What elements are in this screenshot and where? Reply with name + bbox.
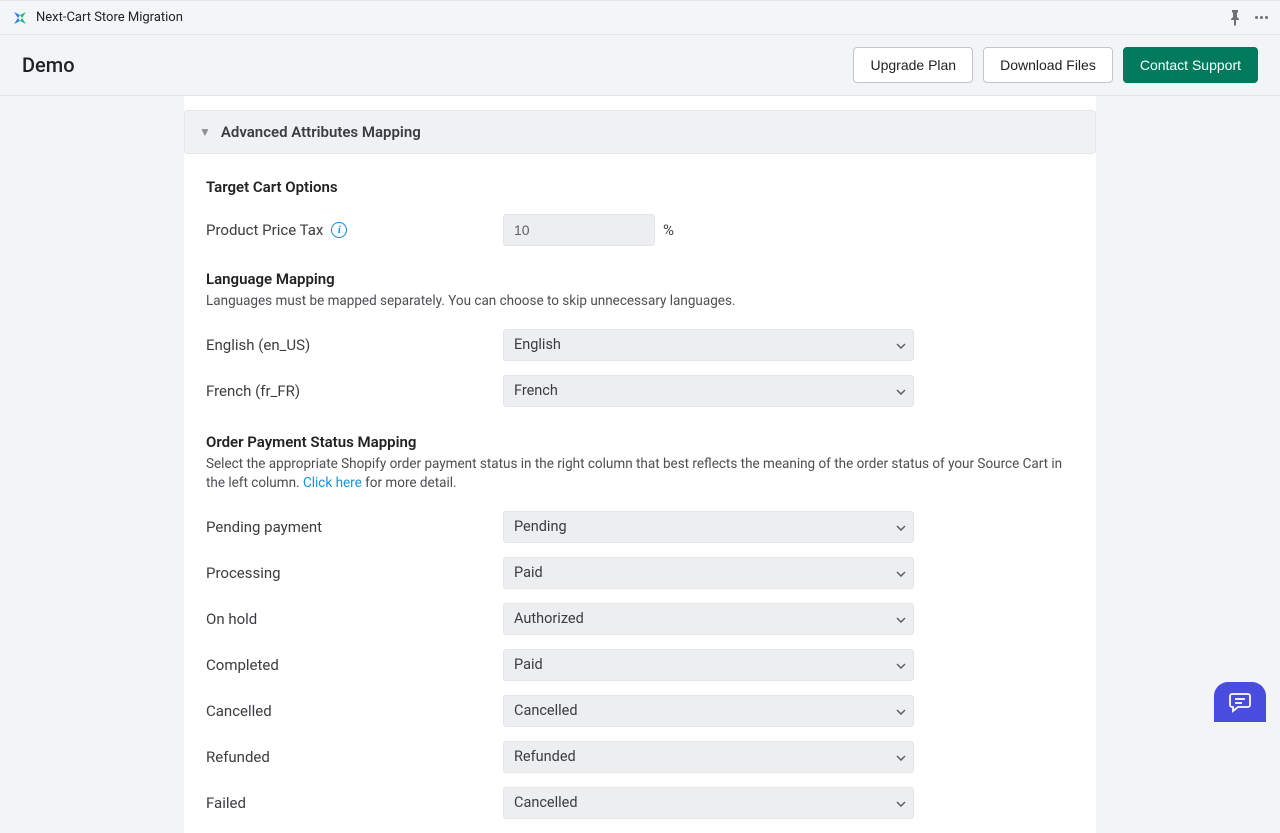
topbar: Next-Cart Store Migration (0, 0, 1280, 35)
status-row: Pending paymentPending (206, 511, 1074, 543)
language-select-french[interactable]: French (503, 375, 914, 407)
product-price-tax-input[interactable] (503, 214, 655, 246)
click-here-link[interactable]: Click here (303, 475, 362, 491)
upgrade-plan-button[interactable]: Upgrade Plan (853, 47, 973, 83)
download-files-button[interactable]: Download Files (983, 47, 1113, 83)
section-title: Target Cart Options (206, 178, 1074, 196)
status-label: Pending payment (206, 518, 503, 536)
status-row: RefundedRefunded (206, 741, 1074, 773)
header-actions: Upgrade Plan Download Files Contact Supp… (853, 47, 1258, 83)
product-price-tax-row: Product Price Tax i % (206, 214, 1074, 246)
main-panel: ▼ Advanced Attributes Mapping Target Car… (184, 96, 1096, 833)
status-label: On hold (206, 610, 503, 628)
language-label: English (en_US) (206, 336, 503, 354)
language-row-french: French (fr_FR) French (206, 375, 1074, 407)
language-row-english: English (en_US) English (206, 329, 1074, 361)
topbar-left: Next-Cart Store Migration (12, 10, 183, 26)
info-icon[interactable]: i (331, 222, 347, 238)
order-status-desc: Select the appropriate Shopify order pay… (206, 455, 1074, 493)
page-header: Demo Upgrade Plan Download Files Contact… (0, 35, 1280, 96)
more-icon[interactable] (1255, 16, 1268, 19)
chevron-down-icon: ▼ (199, 125, 211, 139)
language-label: French (fr_FR) (206, 382, 503, 400)
contact-support-button[interactable]: Contact Support (1123, 47, 1258, 83)
percent-label: % (663, 221, 674, 239)
language-select-english[interactable]: English (503, 329, 914, 361)
status-label: Refunded (206, 748, 503, 766)
language-mapping-desc: Languages must be mapped separately. You… (206, 292, 1074, 311)
topbar-right (1229, 10, 1268, 26)
app-logo (12, 10, 28, 26)
status-label: Completed (206, 656, 503, 674)
status-row: CompletedPaid (206, 649, 1074, 681)
status-select[interactable]: Cancelled (503, 787, 914, 819)
status-row: ProcessingPaid (206, 557, 1074, 589)
content-wrap: ▼ Advanced Attributes Mapping Target Car… (0, 96, 1280, 833)
status-select[interactable]: Authorized (503, 603, 914, 635)
status-row: On holdAuthorized (206, 603, 1074, 635)
status-label: Cancelled (206, 702, 503, 720)
status-label: Processing (206, 564, 503, 582)
status-label: Failed (206, 794, 503, 812)
status-select[interactable]: Paid (503, 557, 914, 589)
status-select[interactable]: Paid (503, 649, 914, 681)
status-select[interactable]: Refunded (503, 741, 914, 773)
status-rows: Pending paymentPendingProcessingPaidOn h… (206, 511, 1074, 819)
language-mapping-title: Language Mapping (206, 270, 1074, 288)
accordion-header[interactable]: ▼ Advanced Attributes Mapping (184, 110, 1096, 154)
status-select[interactable]: Pending (503, 511, 914, 543)
accordion-title: Advanced Attributes Mapping (221, 123, 421, 141)
product-price-tax-label: Product Price Tax i (206, 221, 503, 239)
status-row: FailedCancelled (206, 787, 1074, 819)
status-select[interactable]: Cancelled (503, 695, 914, 727)
target-cart-options-section: Target Cart Options Product Price Tax i … (184, 178, 1096, 819)
app-title: Next-Cart Store Migration (36, 10, 183, 25)
chat-fab[interactable] (1214, 682, 1266, 722)
pin-icon[interactable] (1229, 10, 1243, 26)
page-title: Demo (22, 53, 75, 77)
order-status-title: Order Payment Status Mapping (206, 433, 1074, 451)
status-row: CancelledCancelled (206, 695, 1074, 727)
